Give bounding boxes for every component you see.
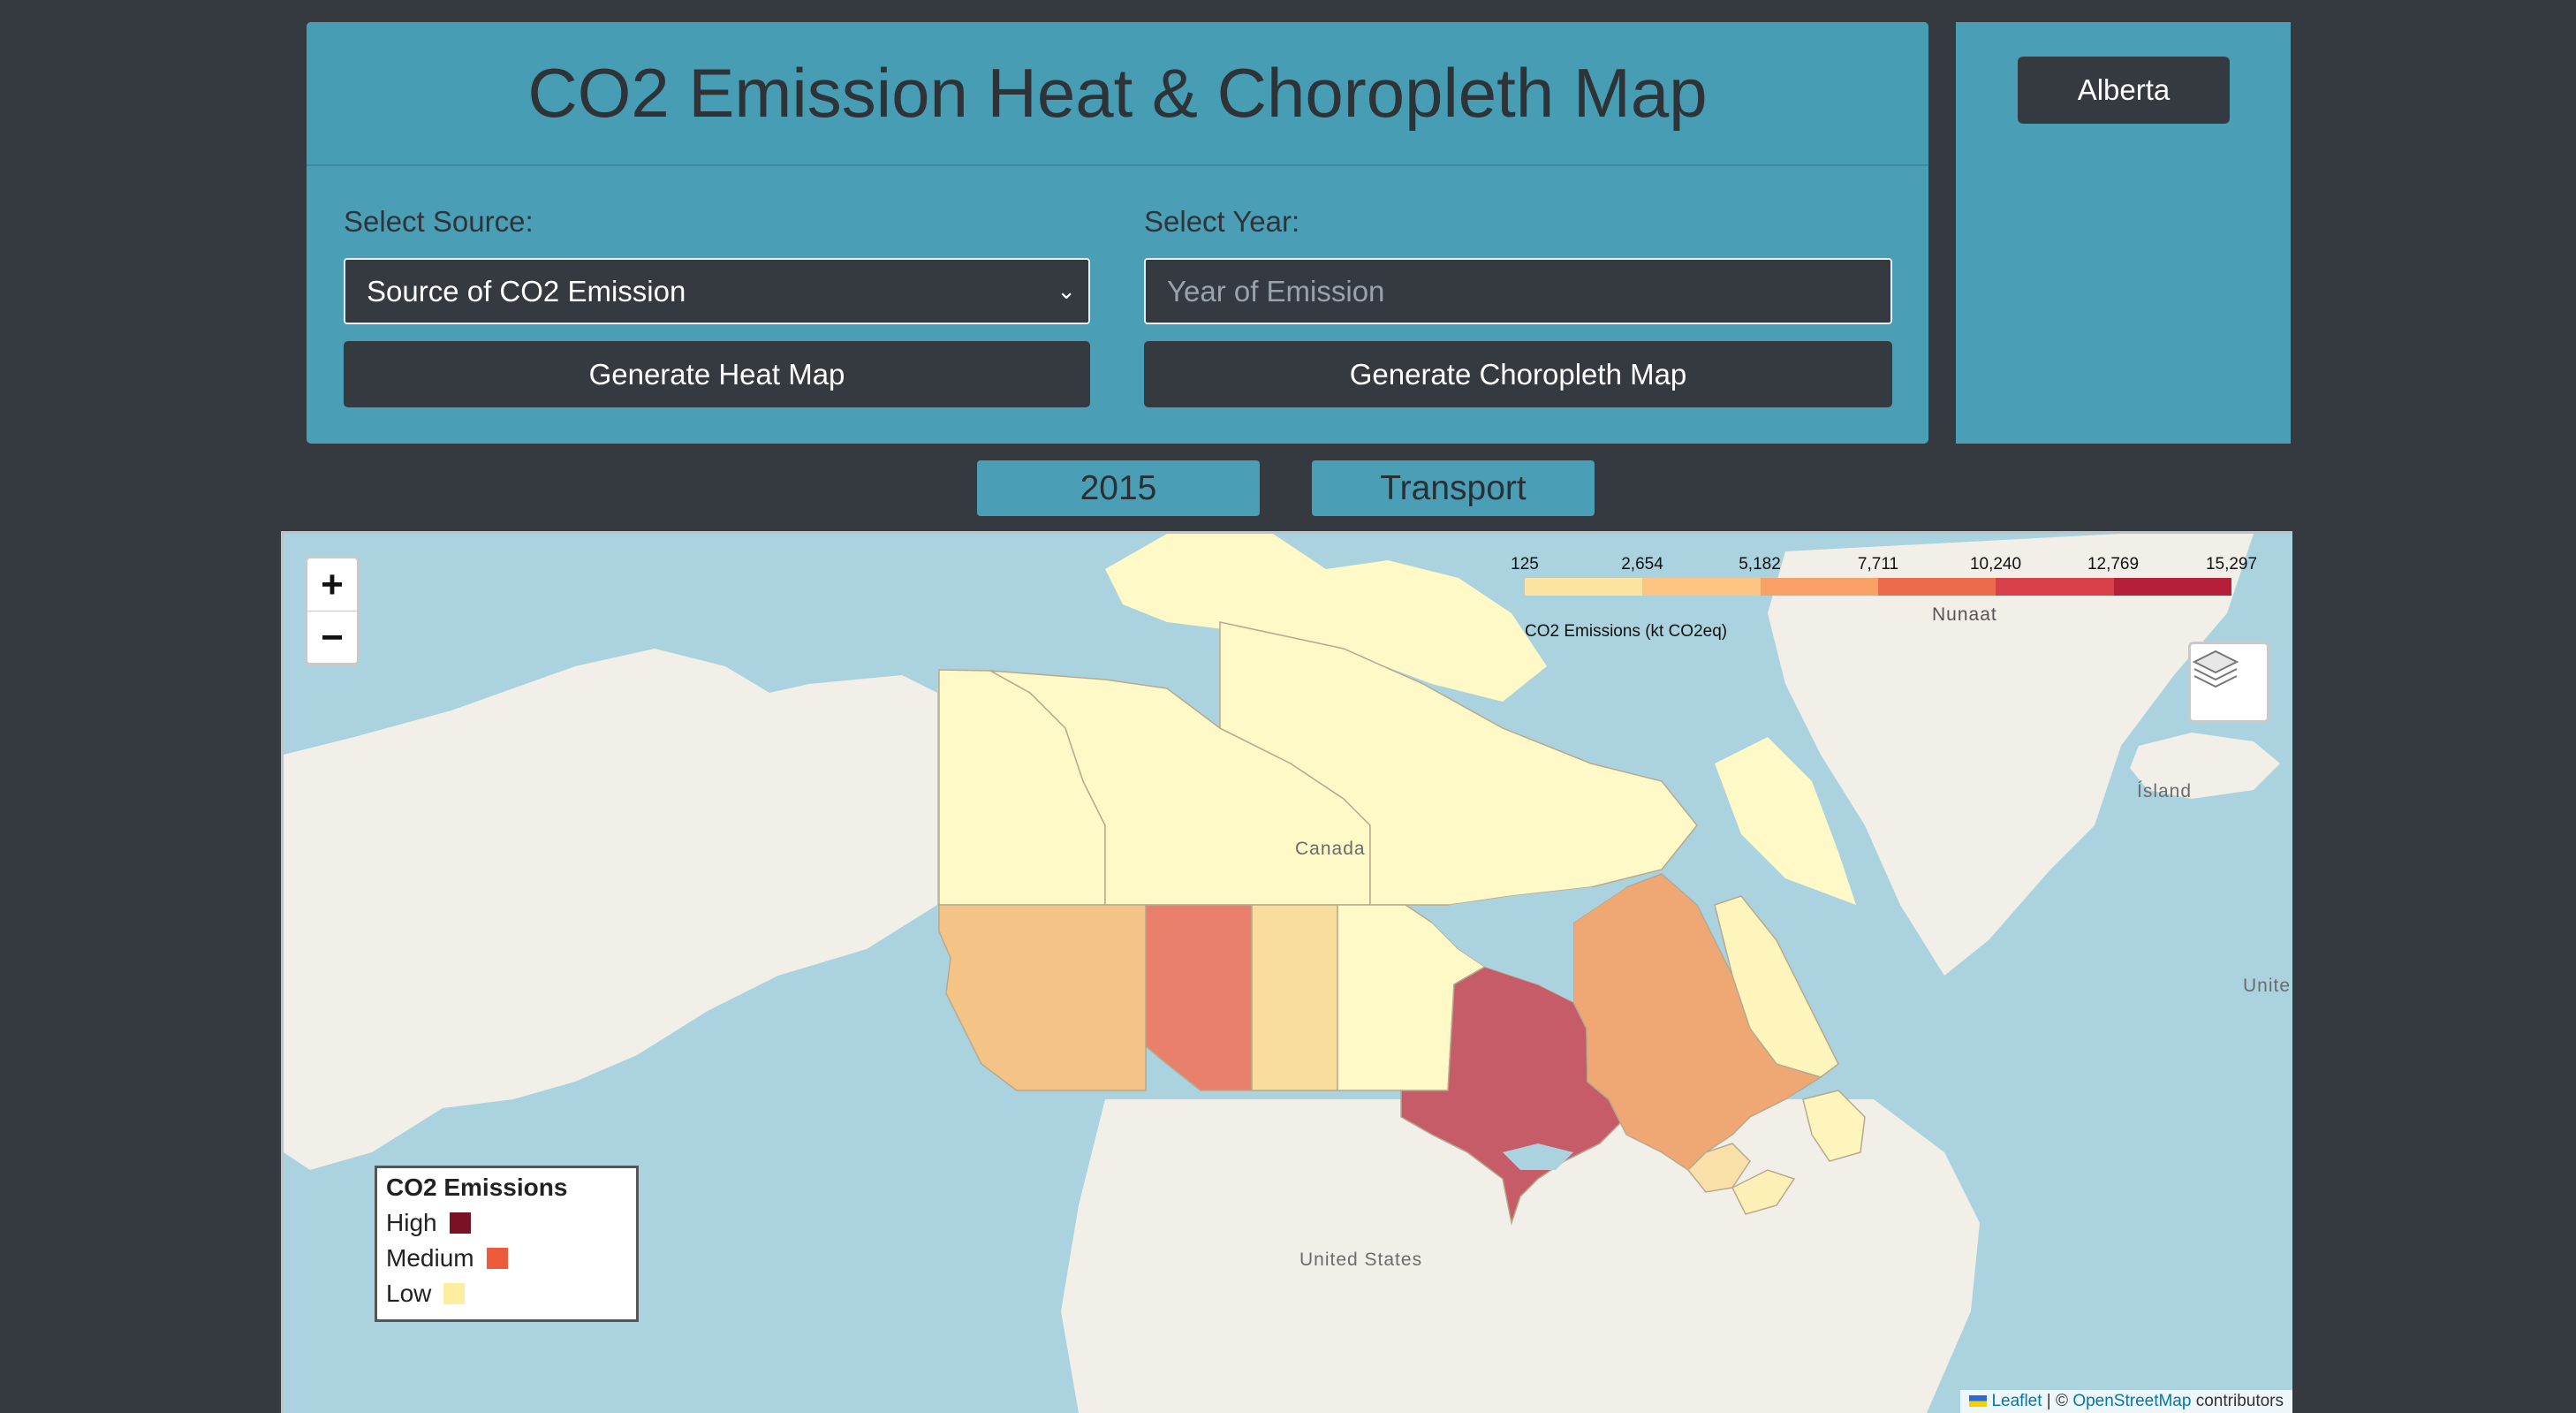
united-states-label: United States [1299,1250,1423,1270]
legend-label: Medium [386,1244,474,1272]
scale-tick: 2,654 [1621,555,1663,574]
legend-item: Low [386,1276,627,1311]
scale-tick: 125 [1511,555,1539,574]
scale-tick: 15,297 [2205,555,2258,574]
osm-link[interactable]: OpenStreetMap [2072,1392,2191,1410]
zoom-control: + − [305,556,360,665]
scale-segment [1642,578,1761,596]
scale-tick: 12,769 [2087,555,2140,574]
side-panel: Alberta [1956,22,2291,444]
province-saskatchewan [1251,904,1338,1091]
leaflet-link[interactable]: Leaflet [1991,1392,2042,1410]
scale-segment [1760,578,1878,596]
layers-icon [2192,650,2239,688]
scale-segment [2113,578,2231,596]
attribution-suffix: contributors [2191,1392,2284,1410]
zoom-out-button[interactable]: − [307,612,357,664]
scale-tick: 7,711 [1857,555,1899,574]
legend-title: CO2 Emissions [386,1174,568,1201]
generate-heat-map-button[interactable]: Generate Heat Map [344,341,1090,407]
generate-choropleth-map-button[interactable]: Generate Choropleth Map [1144,341,1892,407]
layers-button[interactable] [2188,642,2269,723]
page-title: CO2 Emission Heat & Choropleth Map [527,54,1708,132]
chevron-down-icon: ⌄ [1057,277,1076,304]
legend-swatch [486,1248,508,1269]
scale-ticks: 125 2,654 5,182 7,711 10,240 12,769 15,2… [1507,555,2257,578]
scale-tick: 5,182 [1739,555,1781,574]
legend-item: Medium [386,1241,627,1276]
source-select[interactable]: Source of CO2 Emission ⌄ [344,258,1090,324]
united-label: Unite [2243,976,2292,996]
canada-label: Canada [1295,839,1366,859]
legend-swatch [443,1283,466,1304]
province-british-columbia [938,904,1147,1091]
color-scale: 125 2,654 5,182 7,711 10,240 12,769 15,2… [1507,555,2257,641]
scale-segment [1996,578,2114,596]
scale-caption: CO2 Emissions (kt CO2eq) [1525,622,1728,641]
zoom-in-button[interactable]: + [307,558,357,612]
year-input[interactable]: Year of Emission [1144,258,1892,324]
year-chip: 2015 [977,460,1260,516]
province-alberta [1145,904,1253,1091]
legend-label: High [386,1209,437,1236]
province-button[interactable]: Alberta [2018,57,2230,124]
flag-icon [1969,1395,1988,1408]
source-chip: Transport [1312,460,1595,516]
scale-segment [1525,578,1643,596]
source-select-value: Source of CO2 Emission [367,274,686,308]
emissions-legend: CO2 Emissions High Medium Low [375,1166,639,1322]
source-label: Select Source: [344,205,534,238]
attribution-sep: | © [2042,1392,2073,1410]
island-label: Ísland [2137,781,2193,801]
scale-segment [1877,578,1996,596]
attribution: Leaflet | © OpenStreetMap contributors [1960,1390,2292,1413]
panel-header: CO2 Emission Heat & Choropleth Map [307,22,1928,166]
map-container[interactable]: Canada Nunaat Ísland United States Unite… [281,531,2292,1413]
year-input-placeholder: Year of Emission [1167,274,1385,308]
alaska-land [284,649,937,1170]
scale-bar [1525,578,2231,596]
control-panel: CO2 Emission Heat & Choropleth Map Selec… [307,22,1928,444]
year-label: Select Year: [1144,205,1300,238]
legend-swatch [449,1212,471,1234]
legend-label: Low [386,1280,432,1307]
legend-item: High [386,1205,627,1241]
scale-tick: 10,240 [1969,555,2022,574]
